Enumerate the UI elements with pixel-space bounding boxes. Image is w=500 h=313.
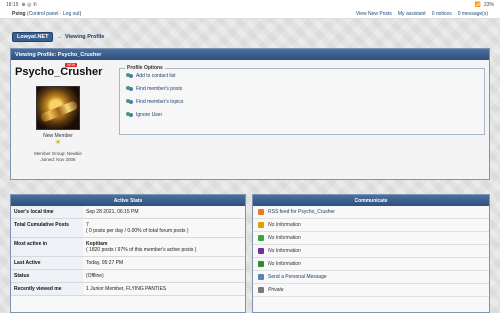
stats-local-time: User's local time Sep 28 2021, 06:15 PM bbox=[11, 206, 245, 219]
option-find-posts[interactable]: Find member's posts bbox=[120, 82, 484, 95]
msn-icon bbox=[258, 235, 264, 241]
control-panel-link[interactable]: Control panel bbox=[29, 11, 59, 17]
stats-value: Today, 05:27 PM bbox=[86, 260, 124, 266]
stats-value: Sep 28 2021, 06:15 PM bbox=[86, 209, 139, 215]
stats-value-group: Kopitiam ( 1820 posts / 97% of this memb… bbox=[83, 238, 245, 256]
stats-label: Status bbox=[11, 270, 83, 282]
wifi-icon: 📶 bbox=[474, 1, 481, 8]
communicate-header: Communicate bbox=[253, 195, 489, 206]
profile-summary: Psycho_Crusher NEW New Member ★ Member G… bbox=[15, 63, 103, 163]
yahoo-icon bbox=[258, 248, 264, 254]
view-new-posts-link[interactable]: View New Posts bbox=[356, 11, 392, 17]
comm-label: No Information bbox=[268, 222, 301, 228]
member-meta: Member Group: Newbie Joined: Nov 2008 bbox=[15, 151, 101, 163]
people-icon bbox=[126, 111, 133, 118]
stats-label: Total Cumulative Posts bbox=[11, 219, 83, 237]
email-status: Private bbox=[253, 284, 489, 297]
forum-topbar: Psing (Control panel · Log out) View New… bbox=[0, 9, 500, 19]
stats-value-group: 7 ( 0 posts per day / 0.00% of total for… bbox=[83, 219, 245, 237]
breadcrumb-current: Viewing Profile bbox=[64, 34, 105, 40]
time: 18:15 bbox=[6, 1, 19, 8]
notices-link[interactable]: 0 notices bbox=[432, 11, 452, 17]
avatar bbox=[36, 86, 80, 130]
option-ignore-user-label: Ignore User bbox=[136, 111, 163, 118]
new-badge: NEW bbox=[65, 63, 78, 67]
rss-icon bbox=[258, 209, 264, 215]
comm-label: No Information bbox=[268, 261, 301, 267]
communicate-panel: Communicate RSS feed for Psycho_Crusher … bbox=[252, 194, 490, 313]
rss-feed-link[interactable]: RSS feed for Psycho_Crusher bbox=[253, 206, 489, 219]
aim-contact: No Information bbox=[253, 219, 489, 232]
logout-link[interactable]: Log out bbox=[63, 11, 80, 17]
stats-total-posts: Total Cumulative Posts 7 ( 0 posts per d… bbox=[11, 219, 245, 238]
stats-most-active: Most active in Kopitiam ( 1820 posts / 9… bbox=[11, 238, 245, 257]
status-icons: ⊕ ◎ ✆ bbox=[21, 1, 38, 8]
message-icon bbox=[258, 274, 264, 280]
username: Psing bbox=[12, 10, 26, 17]
option-find-topics[interactable]: Find member's topics bbox=[120, 95, 484, 108]
icq-icon bbox=[258, 261, 264, 267]
stats-recent-viewers: Recently viewed me 1 Junior Member, FLYI… bbox=[11, 283, 245, 296]
stats-value: (Offline) bbox=[86, 273, 104, 279]
star-icon: ★ bbox=[54, 139, 62, 146]
profile-options-title: Profile Options bbox=[125, 65, 165, 71]
messages-link[interactable]: 0 message(s) bbox=[458, 11, 488, 17]
option-find-topics-label: Find member's topics bbox=[136, 98, 184, 105]
my-assistant-link[interactable]: My assistant bbox=[398, 11, 426, 17]
people-icon bbox=[126, 98, 133, 105]
yahoo-contact: No Information bbox=[253, 245, 489, 258]
option-find-posts-label: Find member's posts bbox=[136, 85, 183, 92]
breadcrumb-arrow-icon: → bbox=[56, 34, 62, 40]
profile-header: Viewing Profile: Psycho_Crusher bbox=[11, 49, 489, 60]
people-icon bbox=[126, 85, 133, 92]
lock-icon bbox=[258, 287, 264, 293]
site-home-link[interactable]: Lowyat.NET bbox=[12, 32, 54, 42]
stats-subvalue: ( 1820 posts / 97% of this member's acti… bbox=[86, 247, 197, 253]
stats-value: 1 Junior Member, FLYING PANTIES bbox=[86, 286, 167, 292]
user-info: Psing (Control panel · Log out) bbox=[12, 10, 82, 17]
aim-icon bbox=[258, 222, 264, 228]
stats-label: Most active in bbox=[11, 238, 83, 256]
active-stats-panel: Active Stats User's local time Sep 28 20… bbox=[10, 194, 246, 313]
device-status-bar: 18:15 ⊕ ◎ ✆ 📶 23% bbox=[0, 0, 500, 9]
breadcrumb: Lowyat.NET → Viewing Profile bbox=[12, 32, 104, 42]
comm-label: Send a Personal Message bbox=[268, 274, 327, 280]
stats-status: Status (Offline) bbox=[11, 270, 245, 283]
comm-label: No Information bbox=[268, 248, 301, 254]
comm-label: RSS feed for Psycho_Crusher bbox=[268, 209, 335, 215]
option-add-contact-label: Add to contact list bbox=[136, 72, 176, 79]
stats-label: User's local time bbox=[11, 206, 83, 218]
option-add-contact[interactable]: Add to contact list bbox=[120, 69, 484, 82]
contacts-icon bbox=[126, 72, 133, 79]
stats-label: Last Active bbox=[11, 257, 83, 269]
battery-level: 23% bbox=[483, 1, 494, 8]
profile-panel: Viewing Profile: Psycho_Crusher Psycho_C… bbox=[10, 48, 490, 180]
stats-label: Recently viewed me bbox=[11, 283, 83, 295]
joined-date: Joined: Nov 2008 bbox=[40, 157, 76, 162]
icq-contact: No Information bbox=[253, 258, 489, 271]
comm-label: No Information bbox=[268, 235, 301, 241]
send-pm-link[interactable]: Send a Personal Message bbox=[253, 271, 489, 284]
option-ignore-user[interactable]: Ignore User bbox=[120, 108, 484, 121]
active-stats-header: Active Stats bbox=[11, 195, 245, 206]
msn-contact: No Information bbox=[253, 232, 489, 245]
comm-label: Private bbox=[268, 287, 284, 293]
stats-subvalue: ( 0 posts per day / 0.00% of total forum… bbox=[86, 228, 189, 234]
profile-username: Psycho_Crusher bbox=[15, 66, 103, 78]
profile-options: Profile Options Add to contact list Find… bbox=[119, 65, 485, 135]
stats-last-active: Last Active Today, 05:27 PM bbox=[11, 257, 245, 270]
